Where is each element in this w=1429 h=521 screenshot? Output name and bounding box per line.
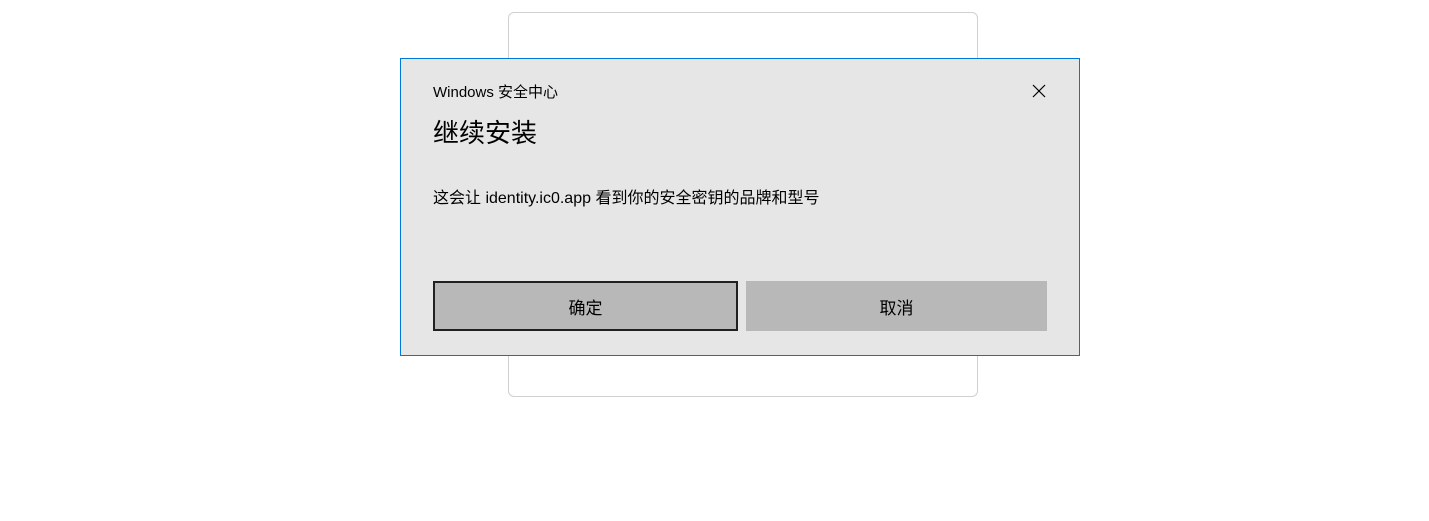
security-dialog: Windows 安全中心 继续安装 这会让 identity.ic0.app 看… xyxy=(400,58,1080,356)
cancel-button-label: 取消 xyxy=(880,294,914,319)
dialog-source-label: Windows 安全中心 xyxy=(433,81,558,102)
ok-button[interactable]: 确定 xyxy=(433,281,738,331)
close-button[interactable] xyxy=(1027,79,1051,103)
dialog-header: Windows 安全中心 xyxy=(433,81,1047,103)
dialog-message: 这会让 identity.ic0.app 看到你的安全密钥的品牌和型号 xyxy=(433,188,1047,210)
close-icon xyxy=(1032,84,1046,98)
ok-button-label: 确定 xyxy=(569,294,603,319)
dialog-title: 继续安装 xyxy=(433,113,1047,150)
cancel-button[interactable]: 取消 xyxy=(746,281,1047,331)
dialog-button-row: 确定 取消 xyxy=(433,281,1047,331)
